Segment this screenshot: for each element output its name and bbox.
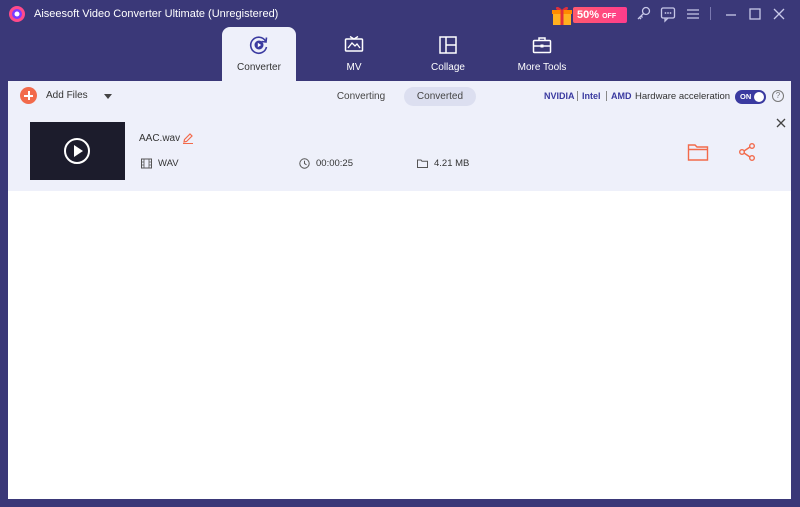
tab-more-tools[interactable]: More Tools bbox=[505, 27, 579, 81]
minimize-icon[interactable] bbox=[722, 5, 740, 23]
hw-divider bbox=[577, 91, 578, 101]
play-icon[interactable] bbox=[64, 138, 90, 164]
add-icon bbox=[20, 87, 37, 104]
tab-collage-label: Collage bbox=[431, 62, 465, 73]
open-folder-icon[interactable] bbox=[687, 142, 709, 162]
gift-icon bbox=[552, 6, 572, 25]
tab-mv-label: MV bbox=[346, 62, 362, 73]
file-name: AAC.wav bbox=[139, 133, 181, 144]
help-icon[interactable]: ? bbox=[772, 90, 784, 102]
clock-icon bbox=[299, 158, 310, 169]
folder-small-icon bbox=[417, 159, 428, 168]
amd-label: AMD bbox=[611, 91, 632, 101]
film-icon bbox=[141, 158, 152, 169]
collage-icon bbox=[439, 36, 457, 54]
tab-more-tools-label: More Tools bbox=[517, 62, 567, 73]
file-format: WAV bbox=[158, 158, 179, 169]
tab-converter[interactable]: Converter bbox=[222, 27, 296, 81]
toggle-state: ON bbox=[740, 92, 752, 101]
video-thumbnail[interactable] bbox=[30, 122, 125, 180]
title-bar: Aiseesoft Video Converter Ultimate (Unre… bbox=[0, 0, 800, 28]
discount-off: OFF bbox=[602, 13, 617, 20]
tab-collage[interactable]: Collage bbox=[411, 27, 485, 81]
intel-label: Intel bbox=[582, 91, 601, 101]
discount-percent: 50% bbox=[577, 9, 600, 21]
file-size: 4.21 MB bbox=[434, 158, 470, 169]
key-icon[interactable] bbox=[635, 5, 653, 23]
tab-mv[interactable]: MV bbox=[317, 27, 391, 81]
content-panel: Add Files Converting Converted NVIDIA In… bbox=[8, 81, 791, 499]
hw-divider bbox=[606, 91, 607, 101]
menu-icon[interactable] bbox=[684, 5, 702, 23]
tab-converter-label: Converter bbox=[237, 62, 281, 73]
toggle-knob bbox=[754, 92, 764, 102]
hardware-acceleration-label: Hardware acceleration bbox=[635, 91, 731, 102]
discount-badge: 50% OFF bbox=[573, 7, 627, 23]
edit-icon[interactable] bbox=[182, 132, 194, 144]
tv-icon bbox=[344, 35, 364, 52]
convert-icon bbox=[249, 36, 268, 54]
toolbar: Add Files Converting Converted NVIDIA In… bbox=[8, 81, 791, 111]
tab-converting[interactable]: Converting bbox=[330, 87, 392, 106]
maximize-icon[interactable] bbox=[746, 5, 764, 23]
share-icon[interactable] bbox=[737, 142, 757, 162]
hardware-acceleration-toggle[interactable]: ON bbox=[735, 90, 766, 104]
close-icon[interactable] bbox=[770, 5, 788, 23]
nvidia-label: NVIDIA bbox=[544, 91, 575, 101]
file-item: AAC.wav WAV 00:00:25 4.21 MB bbox=[8, 111, 791, 191]
window-title: Aiseesoft Video Converter Ultimate (Unre… bbox=[34, 8, 279, 20]
title-divider bbox=[710, 7, 711, 20]
chevron-down-icon[interactable] bbox=[104, 91, 112, 101]
toolbox-icon bbox=[532, 37, 552, 54]
feedback-icon[interactable] bbox=[659, 5, 677, 23]
remove-file-icon[interactable] bbox=[776, 118, 786, 128]
add-files-label: Add Files bbox=[46, 90, 88, 101]
app-logo-icon bbox=[9, 6, 25, 22]
file-duration: 00:00:25 bbox=[316, 158, 353, 169]
tab-converted[interactable]: Converted bbox=[404, 87, 476, 106]
promo-banner[interactable]: 50% OFF bbox=[551, 4, 627, 26]
